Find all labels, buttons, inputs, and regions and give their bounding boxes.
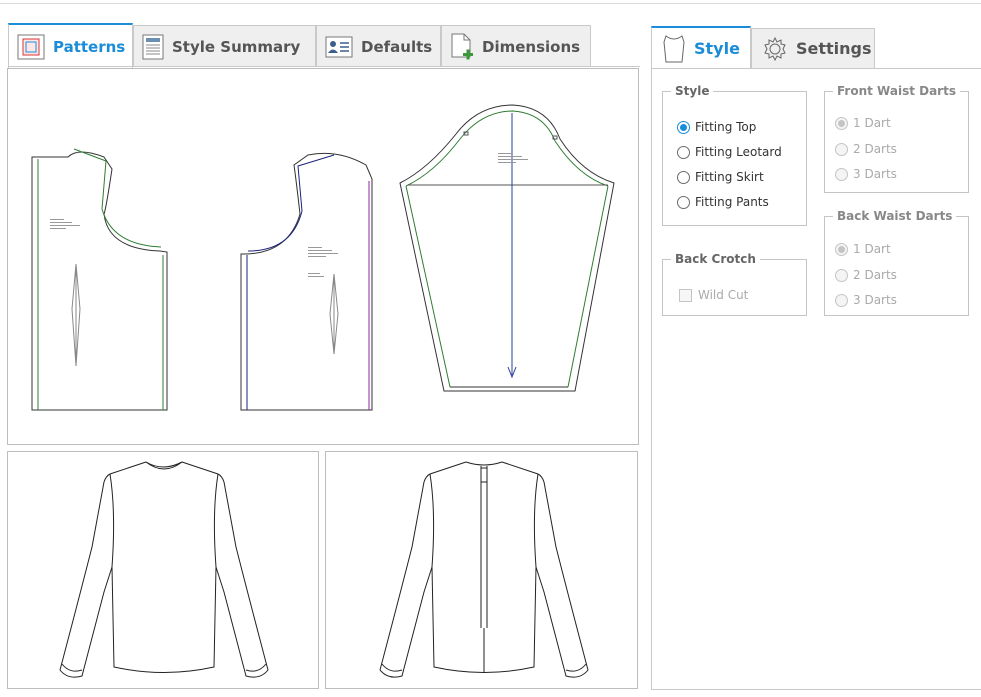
back-waist-darts-legend: Back Waist Darts <box>837 209 953 223</box>
document-icon <box>142 34 164 59</box>
radio-button[interactable] <box>835 268 848 282</box>
radio-button[interactable] <box>677 195 690 209</box>
radio-button[interactable] <box>835 116 848 130</box>
option-label: 2 Darts <box>853 268 897 282</box>
radio-button[interactable] <box>835 242 848 256</box>
gear-icon <box>764 36 786 61</box>
back-garment-sketch <box>379 461 589 678</box>
tab-bar-baseline <box>8 66 640 67</box>
tab-label: Defaults <box>361 37 433 56</box>
tab-dimensions[interactable]: Dimensions <box>441 25 591 67</box>
tab-style-summary[interactable]: Style Summary <box>133 25 316 67</box>
checkbox[interactable] <box>679 288 692 302</box>
option-label: Fitting Leotard <box>695 145 782 159</box>
radio-fitting-pants[interactable]: Fitting Pants <box>677 195 769 209</box>
front-garment-sketch <box>59 461 269 678</box>
tab-defaults[interactable]: Defaults <box>316 25 441 67</box>
front-waist-darts-legend: Front Waist Darts <box>837 84 956 98</box>
option-label: 3 Darts <box>853 293 897 307</box>
tab-label: Settings <box>796 39 872 58</box>
front-view-panel[interactable] <box>7 451 319 689</box>
radio-button[interactable] <box>677 170 690 184</box>
front-bodice-piece <box>240 152 373 411</box>
option-label: Fitting Skirt <box>695 170 764 184</box>
back-waist-darts-group: Back Waist Darts 1 Dart 2 Darts 3 Darts <box>824 209 969 316</box>
radio-back-3-darts[interactable]: 3 Darts <box>835 293 897 307</box>
tab-settings[interactable]: Settings <box>751 28 875 68</box>
tab-label: Style <box>694 39 740 58</box>
sleeve-piece <box>399 104 615 392</box>
tab-label: Patterns <box>53 37 126 56</box>
tab-label: Style Summary <box>172 37 301 56</box>
profile-card-icon <box>325 36 353 57</box>
option-label: 2 Darts <box>853 142 897 156</box>
front-waist-darts-group: Front Waist Darts 1 Dart 2 Darts 3 Darts <box>824 84 969 193</box>
radio-button[interactable] <box>835 167 848 181</box>
option-label: 1 Dart <box>853 242 891 256</box>
tab-patterns[interactable]: Patterns <box>8 23 133 68</box>
option-label: 1 Dart <box>853 116 891 130</box>
radio-button[interactable] <box>835 293 848 307</box>
pattern-pieces-panel[interactable] <box>7 68 639 445</box>
option-label: Fitting Top <box>695 120 757 134</box>
tab-label: Dimensions <box>482 37 581 56</box>
top-divider <box>0 3 981 4</box>
radio-front-2-darts[interactable]: 2 Darts <box>835 142 897 156</box>
document-add-icon <box>451 33 473 59</box>
garment-icon <box>663 34 685 62</box>
radio-front-3-darts[interactable]: 3 Darts <box>835 167 897 181</box>
option-label: Fitting Pants <box>695 195 769 209</box>
back-crotch-legend: Back Crotch <box>675 252 756 266</box>
checkbox-wild-cut[interactable]: Wild Cut <box>679 288 748 302</box>
back-crotch-group: Back Crotch Wild Cut <box>662 252 807 316</box>
radio-fitting-top[interactable]: Fitting Top <box>677 120 756 134</box>
option-label: 3 Darts <box>853 167 897 181</box>
radio-back-1-dart[interactable]: 1 Dart <box>835 242 891 256</box>
back-bodice-piece <box>31 148 168 411</box>
style-group-legend: Style <box>675 84 710 98</box>
pattern-pieces-drawing <box>31 104 615 411</box>
style-group: Style Fitting Top Fitting Leotard Fittin… <box>662 84 807 226</box>
left-tab-bar: Patterns Style Summary Defaults Dimensio… <box>8 23 640 68</box>
radio-button[interactable] <box>677 120 690 134</box>
radio-back-2-darts[interactable]: 2 Darts <box>835 268 897 282</box>
radio-fitting-skirt[interactable]: Fitting Skirt <box>677 170 764 184</box>
back-view-panel[interactable] <box>325 451 638 689</box>
tab-style[interactable]: Style <box>651 26 751 69</box>
patterns-icon <box>17 34 45 59</box>
radio-button[interactable] <box>835 142 848 156</box>
radio-button[interactable] <box>677 145 690 159</box>
radio-fitting-leotard[interactable]: Fitting Leotard <box>677 145 782 159</box>
radio-front-1-dart[interactable]: 1 Dart <box>835 116 891 130</box>
option-label: Wild Cut <box>698 288 749 302</box>
